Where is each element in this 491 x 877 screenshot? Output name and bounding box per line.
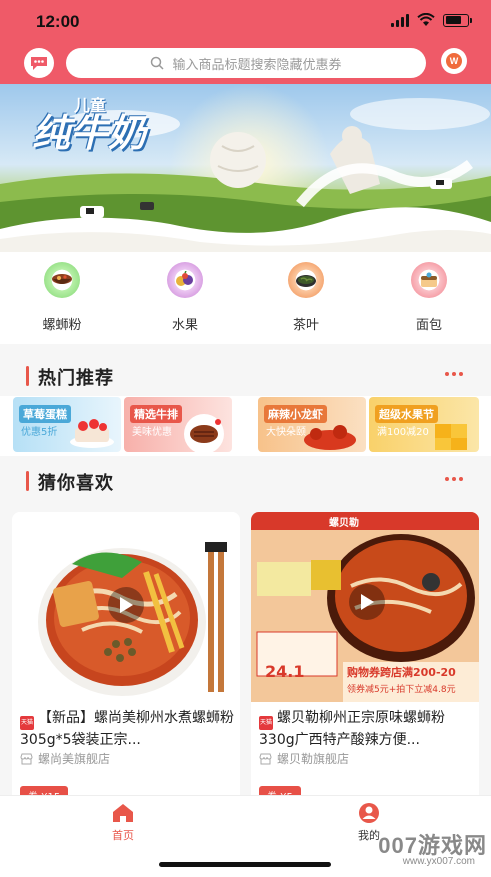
product-title-text: 螺贝勒柳州正宗原味螺蛳粉330g广西特产酸辣方便... [259, 710, 445, 748]
promo-title: 超级水果节 [375, 405, 438, 423]
w-badge-letter: W [446, 53, 462, 69]
banner-pagination[interactable] [0, 234, 491, 240]
product-title: 天猫 【新品】螺尚美柳州水煮螺蛳粉305g*5袋装正宗... [20, 708, 234, 751]
store-name[interactable]: 螺尚美旗舰店 [20, 750, 110, 767]
home-indicator[interactable] [159, 862, 331, 867]
user-icon [359, 803, 379, 823]
category-label: 水果 [171, 318, 198, 333]
tab-home[interactable]: 首页 [83, 802, 163, 843]
product-image[interactable] [12, 512, 240, 702]
store-name-text: 螺尚美旗舰店 [38, 752, 111, 766]
pagination-dot[interactable] [264, 234, 271, 240]
category-item-bread[interactable]: 面包 [384, 262, 474, 333]
w-badge-icon[interactable]: W [441, 48, 467, 74]
chat-bubble-icon[interactable] [24, 48, 54, 78]
hot-section-header: 热门推荐 [0, 358, 491, 398]
fruit-icon [167, 262, 203, 298]
search-placeholder: 输入商品标题搜索隐藏优惠券 [172, 57, 342, 73]
tea-icon [288, 262, 324, 298]
play-video-button[interactable] [108, 587, 144, 623]
promo-subtitle: 美味优惠 [132, 427, 172, 438]
battery-icon [443, 13, 472, 27]
more-dots-icon[interactable] [445, 477, 463, 481]
search-input[interactable]: 输入商品标题搜索隐藏优惠券 [66, 48, 426, 78]
category-label: 螺蛳粉 [42, 318, 82, 333]
cake-icon [70, 419, 114, 448]
noodle-bowl-icon [44, 262, 80, 298]
promo-title: 草莓蛋糕 [19, 405, 71, 423]
section-title: 热门推荐 [38, 368, 114, 389]
tmall-badge-icon: 天猫 [20, 716, 34, 730]
promo-row: 草莓蛋糕 优惠5折 精选牛排 美味优惠 麻辣小龙虾 大快朵颐 超级水果节 满10… [0, 396, 491, 456]
watermark-url: www.yx007.com [402, 856, 475, 867]
wifi-icon [417, 13, 435, 26]
home-icon [113, 804, 133, 822]
play-icon [120, 597, 133, 613]
promo-banner[interactable]: 儿童 纯牛奶 [0, 84, 491, 252]
category-item-tea[interactable]: 茶叶 [261, 262, 351, 333]
pagination-dot[interactable] [232, 234, 247, 240]
bread-icon [411, 262, 447, 298]
store-name[interactable]: 螺贝勒旗舰店 [259, 750, 349, 767]
product-title: 天猫 螺贝勒柳州正宗原味螺蛳粉330g广西特产酸辣方便... [259, 708, 473, 751]
promo-subtitle: 优惠5折 [21, 427, 58, 438]
mango-icon [435, 424, 467, 450]
pagination-dot[interactable] [252, 234, 259, 240]
category-label: 茶叶 [292, 318, 319, 333]
banner-title: 纯牛奶 [32, 110, 147, 155]
promo-subtitle: 满100减20 [377, 427, 429, 438]
brand-label: 螺贝勒 [329, 518, 359, 529]
crayfish-icon [304, 425, 356, 450]
product-card[interactable]: 天猫【新品】螺尚美柳州水煮螺蛳粉305g*5袋装正宗... 螺尚美旗舰店 券 ¥… [12, 512, 240, 802]
section-title: 猜你喜欢 [38, 473, 114, 494]
like-section-header: 猜你喜欢 [0, 463, 491, 503]
image-promo-line2: 领券减5元+拍下立减4.8元 [347, 685, 456, 695]
promo-card-steak[interactable]: 精选牛排 美味优惠 [124, 397, 232, 452]
pagination-dot[interactable] [220, 234, 227, 240]
image-promo-line1: 购物券跨店满200-20 [347, 666, 456, 679]
promo-card-cake[interactable]: 草莓蛋糕 优惠5折 [13, 397, 121, 452]
tab-label: 首页 [112, 829, 134, 842]
status-time: 12:00 [36, 12, 80, 31]
category-grid: 螺蛳粉 水果 茶叶 面包 [0, 252, 491, 344]
cellular-signal-icon [391, 13, 409, 27]
category-item-noodle[interactable]: 螺蛳粉 [17, 262, 107, 333]
play-icon [361, 594, 374, 610]
product-card[interactable]: 螺贝勒 24.1 购物券跨店满200-20 领券减5元+拍下立减4.8元 天猫螺… [251, 512, 479, 802]
tmall-badge-icon: 天猫 [259, 716, 273, 730]
store-name-text: 螺贝勒旗舰店 [277, 752, 350, 766]
more-dots-icon[interactable] [445, 372, 463, 376]
product-title-text: 【新品】螺尚美柳州水煮螺蛳粉305g*5袋装正宗... [20, 710, 234, 748]
category-label: 面包 [415, 318, 442, 333]
product-image[interactable]: 螺贝勒 24.1 购物券跨店满200-20 领券减5元+拍下立减4.8元 [251, 512, 479, 702]
price-tag: 24.1 [265, 662, 305, 681]
store-icon [259, 753, 272, 764]
search-icon [151, 56, 165, 70]
store-icon [20, 753, 33, 764]
steak-icon [184, 414, 224, 452]
section-accent-bar [26, 366, 29, 386]
status-icons [391, 13, 472, 27]
category-item-fruit[interactable]: 水果 [140, 262, 230, 333]
section-accent-bar [26, 471, 29, 491]
play-video-button[interactable] [349, 584, 385, 620]
promo-card-fruit[interactable]: 超级水果节 满100减20 [369, 397, 479, 452]
app-header: 12:00 输入商品标题搜索隐藏优惠券 W [0, 0, 491, 84]
promo-card-crayfish[interactable]: 麻辣小龙虾 大快朵颐 [258, 397, 366, 452]
